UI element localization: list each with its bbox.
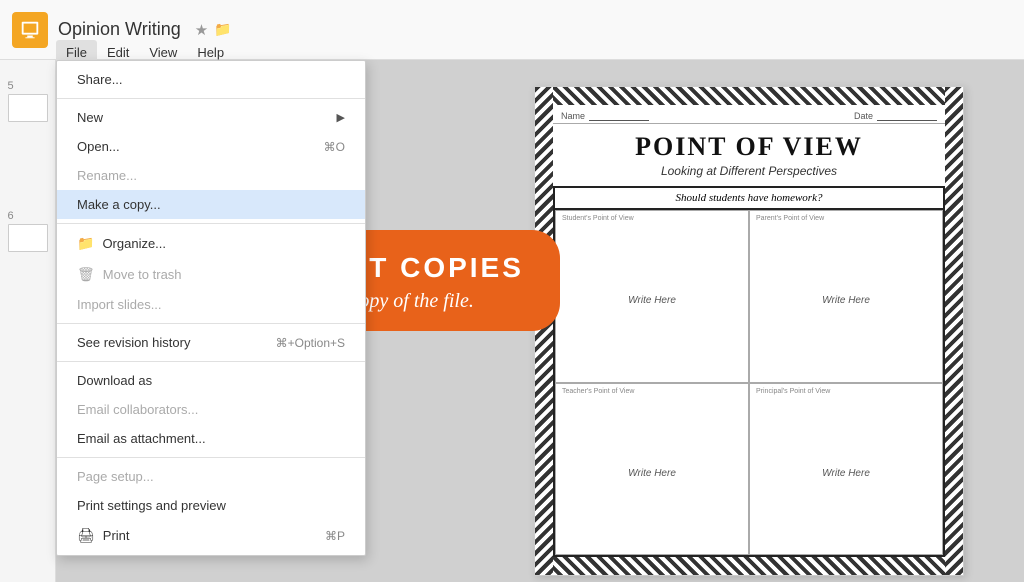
date-underline — [877, 120, 937, 121]
dropdown-move-trash: 🗑 Move to trash — [57, 259, 365, 290]
arrow-icon: ▶ — [337, 111, 345, 124]
slide-table-header: Should students have homework? — [555, 188, 943, 210]
divider-3 — [57, 323, 365, 324]
cell-label-1: Parent's Point of View — [756, 215, 936, 222]
print-icon: 🖨 — [77, 527, 95, 544]
doc-title: Opinion Writing — [58, 19, 181, 40]
title-icons: ★ 📁 — [195, 21, 232, 39]
cell-write-1: Write Here — [756, 295, 936, 306]
cell-label-2: Teacher's Point of View — [562, 388, 742, 395]
date-line: Date — [854, 111, 937, 121]
dropdown-rename: Rename... — [57, 161, 365, 190]
divider-2 — [57, 223, 365, 224]
dropdown-download[interactable]: Download as — [57, 366, 365, 395]
slide-thumb-6[interactable] — [8, 224, 48, 252]
slide-cell-0: Student's Point of View Write Here — [555, 210, 749, 383]
slide-num-5: 5 — [8, 80, 48, 122]
slide-cell-3: Principal's Point of View Write Here — [749, 383, 943, 556]
file-dropdown: Share... New ▶ Open... ⌘O Rename... Make… — [56, 60, 366, 556]
slide-sidebar: 5 6 — [0, 60, 56, 582]
folder-icon-small: 📁 — [77, 235, 94, 252]
slide-title: POINT OF VIEW — [553, 124, 945, 164]
dropdown-organize[interactable]: 📁 Organize... — [57, 228, 365, 259]
star-icon[interactable]: ★ — [195, 21, 208, 39]
dropdown-email-collab: Email collaborators... — [57, 395, 365, 424]
date-label: Date — [854, 111, 873, 121]
cell-label-3: Principal's Point of View — [756, 388, 936, 395]
slide-name-date: Name Date — [553, 105, 945, 124]
border-bottom — [535, 557, 963, 575]
dropdown-new[interactable]: New ▶ — [57, 103, 365, 132]
folder-icon[interactable]: 📁 — [214, 21, 231, 38]
slide-cell-2: Teacher's Point of View Write Here — [555, 383, 749, 556]
name-underline — [589, 120, 649, 121]
slide-content: Name Date POINT OF VIEW Looking at Diffe… — [553, 105, 945, 557]
dropdown-print[interactable]: 🖨 Print ⌘P — [57, 520, 365, 551]
cell-write-2: Write Here — [562, 468, 742, 479]
dropdown-email-attach[interactable]: Email as attachment... — [57, 424, 365, 453]
border-right — [945, 87, 963, 575]
divider-1 — [57, 98, 365, 99]
slide-table-body: Student's Point of View Write Here Paren… — [555, 210, 943, 555]
border-left — [535, 87, 553, 575]
divider-4 — [57, 361, 365, 362]
border-top — [535, 87, 963, 105]
slide-num-6: 6 — [8, 210, 48, 252]
dropdown-share[interactable]: Share... — [57, 65, 365, 94]
trash-icon: 🗑 — [77, 266, 95, 283]
slide-thumb-5[interactable] — [8, 94, 48, 122]
name-label: Name — [561, 111, 585, 121]
slide-table: Should students have homework? Student's… — [553, 186, 945, 557]
slide-preview: Name Date POINT OF VIEW Looking at Diffe… — [534, 86, 964, 576]
cell-write-3: Write Here — [756, 468, 936, 479]
slides-icon — [19, 19, 41, 41]
dropdown-open[interactable]: Open... ⌘O — [57, 132, 365, 161]
dropdown-revision[interactable]: See revision history ⌘+Option+S — [57, 328, 365, 357]
dropdown-import: Import slides... — [57, 290, 365, 319]
cell-label-0: Student's Point of View — [562, 215, 742, 222]
slide-subtitle: Looking at Different Perspectives — [553, 164, 945, 178]
name-line: Name — [561, 111, 649, 121]
dropdown-make-copy[interactable]: Make a copy... — [57, 190, 365, 219]
slide-cell-1: Parent's Point of View Write Here — [749, 210, 943, 383]
divider-5 — [57, 457, 365, 458]
dropdown-print-preview[interactable]: Print settings and preview — [57, 491, 365, 520]
cell-write-0: Write Here — [562, 295, 742, 306]
dropdown-page-setup: Page setup... — [57, 462, 365, 491]
app-icon — [12, 12, 48, 48]
